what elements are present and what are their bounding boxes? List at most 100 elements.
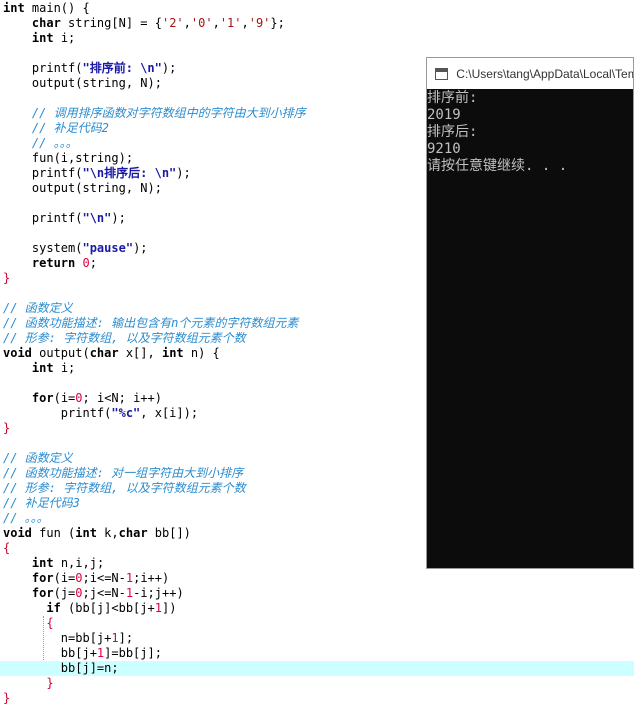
code-token: (bb[j]<bb[j+ — [60, 601, 155, 615]
code-line[interactable]: printf("%c", x[i]); — [3, 406, 198, 421]
code-token: bb[]) — [147, 526, 191, 540]
code-token: (i= — [53, 571, 76, 585]
console-line: 9210 — [427, 141, 461, 157]
code-token: n=bb[j+ — [3, 631, 112, 645]
code-token: system( — [3, 241, 83, 255]
code-line[interactable]: // 函数功能描述: 对一组字符由大到小排序 — [3, 466, 243, 481]
code-line[interactable]: output(string, N); — [3, 181, 162, 196]
code-line[interactable]: void output(char x[], int n) { — [3, 346, 220, 361]
code-token: bb[j]=n; — [3, 661, 119, 675]
code-line[interactable]: int main() { — [3, 1, 90, 16]
code-line[interactable]: output(string, N); — [3, 76, 162, 91]
code-token: if — [46, 601, 61, 615]
code-line[interactable]: // 补足代码3 — [3, 496, 80, 511]
code-token: // 函数定义 — [3, 301, 73, 315]
current-code-line[interactable]: bb[j]=n; — [0, 661, 634, 676]
code-token: // 形参: 字符数组, 以及字符数组元素个数 — [3, 481, 246, 495]
code-token: "排序前: \n" — [82, 61, 162, 75]
code-token: 0 — [82, 256, 90, 270]
code-token: { — [3, 541, 11, 555]
code-token: // 补足代码3 — [3, 496, 80, 510]
code-line[interactable]: int i; — [3, 361, 75, 376]
code-line[interactable]: // 。。。 — [3, 511, 49, 526]
code-line[interactable]: if (bb[j]<bb[j+1]) — [3, 601, 176, 616]
code-token: "pause" — [82, 241, 134, 255]
code-token: string[N] = { — [60, 16, 162, 30]
code-line[interactable]: // 形参: 字符数组, 以及字符数组元素个数 — [3, 481, 246, 496]
code-token: for — [31, 586, 54, 600]
code-line[interactable]: printf("\n排序后: \n"); — [3, 166, 191, 181]
code-token: (i= — [53, 391, 76, 405]
code-token: ); — [111, 211, 126, 225]
code-line[interactable]: int i; — [3, 31, 75, 46]
code-line[interactable]: } — [3, 271, 10, 286]
code-token: // 形参: 字符数组, 以及字符数组元素个数 — [3, 331, 246, 345]
code-token: '0' — [190, 16, 213, 30]
code-line[interactable]: // 调用排序函数对字符数组中的字符由大到小排序 — [3, 106, 306, 121]
code-line[interactable]: { — [3, 541, 10, 556]
code-line[interactable]: // 函数定义 — [3, 301, 73, 316]
code-line[interactable]: return 0; — [3, 256, 97, 271]
code-line[interactable]: bb[j+1]=bb[j]; — [3, 646, 162, 661]
code-line[interactable]: n=bb[j+1]; — [3, 631, 133, 646]
code-line[interactable]: } — [3, 421, 10, 436]
code-token: int — [75, 526, 97, 540]
code-token: ;j<=N- — [82, 586, 126, 600]
code-token: 0 — [75, 391, 83, 405]
code-token: for — [31, 571, 54, 585]
code-token: int — [31, 361, 54, 375]
code-token: -i;j++) — [133, 586, 184, 600]
code-token: return — [31, 256, 76, 270]
code-token: '9' — [248, 16, 271, 30]
code-line[interactable]: for(i=0; i<N; i++) — [3, 391, 162, 406]
code-line[interactable]: system("pause"); — [3, 241, 148, 256]
code-line[interactable]: void fun (int k,char bb[]) — [3, 526, 191, 541]
code-token: ]; — [118, 631, 134, 645]
code-token: ]=bb[j]; — [104, 646, 162, 660]
code-line[interactable]: for(j=0;j<=N-1-i;j++) — [3, 586, 184, 601]
code-line[interactable]: } — [3, 676, 54, 691]
code-token: } — [46, 676, 54, 690]
code-line[interactable]: // 函数功能描述: 输出包含有n个元素的字符数组元素 — [3, 316, 298, 331]
code-line[interactable]: int n,i,j; — [3, 556, 104, 571]
code-token: i; — [53, 361, 76, 375]
console-output[interactable]: 排序前: 2019 排序后: 9210 请按任意键继续. . . — [427, 89, 633, 568]
code-token: for — [31, 391, 54, 405]
console-window[interactable]: C:\Users\tang\AppData\Local\Temp 排序前: 20… — [426, 57, 634, 569]
code-token: fun ( — [31, 526, 76, 540]
code-token: fun(i,string); — [3, 151, 134, 165]
code-line[interactable]: char string[N] = {'2','0','1','9'}; — [3, 16, 285, 31]
code-token: } — [3, 271, 11, 285]
code-line[interactable]: // 。。。 — [3, 136, 78, 151]
console-line: 请按任意键继续. . . — [427, 158, 568, 174]
code-line[interactable]: printf("\n"); — [3, 211, 126, 226]
code-line[interactable]: printf("排序前: \n"); — [3, 61, 176, 76]
code-token: int — [31, 31, 54, 45]
code-line[interactable]: // 形参: 字符数组, 以及字符数组元素个数 — [3, 331, 246, 346]
code-line[interactable]: } — [3, 691, 10, 706]
code-line[interactable]: // 补足代码2 — [3, 121, 109, 136]
console-line: 排序后: — [427, 124, 478, 140]
code-token: char — [118, 526, 148, 540]
code-token: { — [46, 616, 54, 630]
code-token: output(string, N); — [3, 76, 162, 90]
code-token: char — [31, 16, 61, 30]
code-line[interactable]: { — [3, 616, 54, 631]
code-token: , — [241, 16, 249, 30]
code-line[interactable]: fun(i,string); — [3, 151, 133, 166]
code-token: output(string, N); — [3, 181, 162, 195]
code-line[interactable]: // 函数定义 — [3, 451, 73, 466]
console-titlebar[interactable]: C:\Users\tang\AppData\Local\Temp — [427, 58, 633, 89]
code-line[interactable]: for(i=0;i<=N-1;i++) — [3, 571, 169, 586]
code-token: 1 — [154, 601, 162, 615]
code-token: // 。。。 — [3, 511, 49, 525]
